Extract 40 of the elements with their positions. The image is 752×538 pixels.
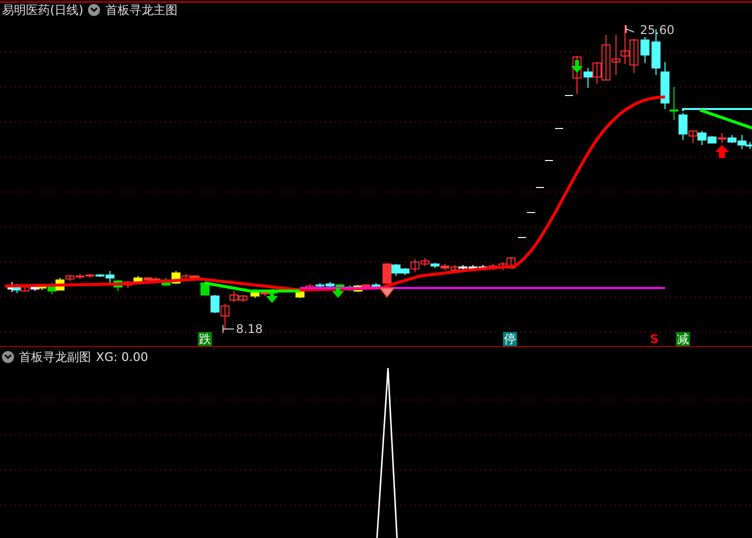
candlestick xyxy=(670,86,678,120)
candlestick xyxy=(210,294,220,314)
candlestick xyxy=(250,290,260,298)
high-price-label: 25.60 xyxy=(640,23,674,37)
candlestick xyxy=(612,34,620,76)
trend-line xyxy=(700,108,752,130)
signal-marker: 停 xyxy=(503,332,517,346)
down-arrow-icon xyxy=(332,288,344,298)
price-dash xyxy=(545,160,553,161)
candlestick xyxy=(630,38,638,74)
low-price-label: 8.18 xyxy=(236,322,263,336)
resistance-line xyxy=(682,108,752,111)
candlestick xyxy=(718,132,726,144)
price-dash xyxy=(518,237,526,238)
signal-marker: 跌 xyxy=(198,332,212,346)
indicator-name: 首板寻龙主图 xyxy=(105,3,178,17)
up-arrow-icon xyxy=(715,145,729,158)
indicator-name: 首板寻龙副图 xyxy=(19,350,91,364)
stock-title: 易明医药(日线) xyxy=(2,3,84,17)
price-dash xyxy=(536,187,544,188)
candlestick xyxy=(498,262,508,270)
signal-marker: S xyxy=(649,332,660,346)
candlestick xyxy=(660,62,670,110)
candlestick xyxy=(640,36,650,64)
price-dash xyxy=(565,95,573,96)
signal-marker: 减 xyxy=(676,332,690,346)
price-dash xyxy=(555,128,563,129)
pointer-arrow-icon xyxy=(222,324,234,334)
dropdown-icon[interactable] xyxy=(2,351,14,363)
price-dash xyxy=(527,212,535,213)
pointer-arrow-icon xyxy=(626,24,634,34)
candlestick xyxy=(572,56,582,94)
candlestick xyxy=(506,256,516,268)
down-arrow-icon xyxy=(571,60,583,73)
candlestick xyxy=(584,68,592,88)
dropdown-icon[interactable] xyxy=(88,4,100,16)
indicator-reading: XG: 0.00 xyxy=(96,350,148,364)
candlestick xyxy=(620,24,630,64)
candlestick xyxy=(200,282,210,296)
down-arrow-icon xyxy=(266,293,278,303)
